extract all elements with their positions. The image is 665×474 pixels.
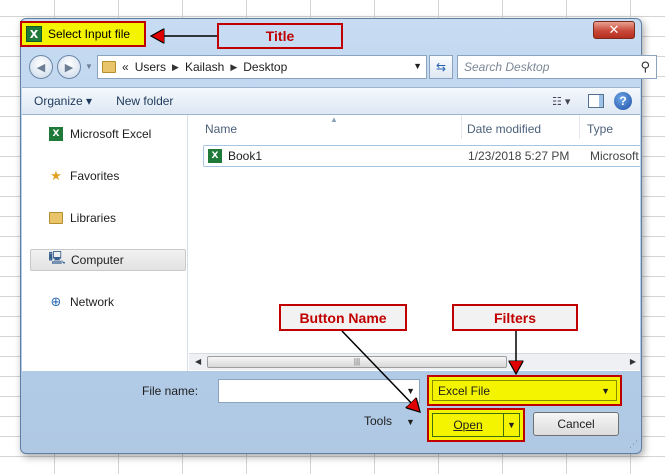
address-row: ◀ ▶ ▼ « Users ▶ Kailash ▶ Desktop ▼ ⇆ Se… — [29, 53, 657, 81]
breadcrumb-overflow[interactable]: « — [122, 60, 129, 74]
open-button[interactable]: Open ▼ — [432, 413, 520, 437]
folder-icon — [102, 61, 116, 73]
scroll-left-icon[interactable]: ◀ — [195, 357, 201, 366]
back-arrow-icon: ◀ — [36, 61, 46, 74]
nav-item-favorites[interactable]: ★ Favorites — [30, 165, 186, 187]
open-button-label: Open — [453, 418, 483, 432]
dialog-title-text: Select Input file — [48, 27, 131, 41]
filter-dropdown-icon[interactable]: ▼ — [601, 386, 610, 396]
scroll-right-icon[interactable]: ▶ — [630, 357, 636, 366]
breadcrumb-separator-icon[interactable]: ▶ — [230, 62, 237, 73]
column-header-date-modified[interactable]: Date modified — [467, 119, 541, 139]
refresh-button[interactable]: ⇆ — [429, 55, 453, 79]
network-icon: ⊕ — [50, 294, 62, 309]
annotation-filters: Filters — [452, 304, 578, 331]
command-toolbar: Organize ▾ New folder ☷ ▾ ? — [22, 87, 640, 115]
search-input[interactable]: Search Desktop ⚲ — [457, 55, 657, 79]
nav-item-label: Computer — [71, 253, 124, 267]
organize-menu[interactable]: Organize ▾ — [22, 94, 104, 108]
annotation-button-name: Button Name — [279, 304, 407, 331]
excel-file-icon: X — [208, 149, 222, 163]
address-dropdown-icon[interactable]: ▼ — [413, 61, 422, 71]
open-button-highlight: Open ▼ — [427, 408, 525, 442]
breadcrumb-users[interactable]: Users — [135, 60, 166, 74]
nav-item-label: Microsoft Excel — [70, 127, 152, 141]
breadcrumb-kailash[interactable]: Kailash — [185, 60, 224, 74]
file-name-input[interactable]: ▼ — [218, 379, 420, 403]
dialog-body: X Microsoft Excel ★ Favorites Libraries … — [22, 115, 640, 371]
column-header-type[interactable]: Type — [587, 119, 613, 139]
column-header-name[interactable]: Name — [205, 119, 237, 139]
file-list: ▲ Name Date modified Type X Book1 1/23/2… — [189, 115, 640, 371]
column-divider[interactable] — [461, 115, 462, 139]
nav-item-network[interactable]: ⊕ Network — [30, 291, 186, 313]
nav-item-label: Favorites — [70, 169, 120, 183]
dialog-title: X Select Input file — [20, 21, 146, 47]
forward-button[interactable]: ▶ — [57, 55, 81, 79]
dialog-footer: File name: ▼ Excel File ▼ Tools ▼ Open ▼ … — [22, 372, 640, 452]
file-name-label: File name: — [142, 384, 199, 398]
file-type: Microsoft — [590, 149, 639, 163]
search-placeholder: Search Desktop — [464, 60, 550, 74]
star-icon: ★ — [50, 168, 62, 183]
file-row[interactable]: X Book1 1/23/2018 5:27 PM Microsoft — [203, 145, 640, 167]
nav-item-label: Libraries — [70, 211, 117, 225]
help-icon[interactable]: ? — [614, 92, 632, 110]
tools-label: Tools — [364, 414, 393, 428]
open-file-dialog: X Select Input file ✕ ◀ ▶ ▼ « Users ▶ Ka… — [20, 18, 657, 454]
preview-pane-icon[interactable] — [588, 94, 604, 108]
nav-item-computer[interactable]: 🖳 Computer — [30, 249, 186, 271]
library-icon — [48, 210, 64, 226]
address-bar[interactable]: « Users ▶ Kailash ▶ Desktop ▼ — [97, 55, 427, 79]
filter-value: Excel File — [438, 383, 491, 398]
forward-arrow-icon: ▶ — [64, 61, 74, 74]
new-folder-button[interactable]: New folder — [104, 94, 185, 108]
breadcrumb-desktop[interactable]: Desktop — [243, 60, 287, 74]
excel-icon: X — [26, 26, 42, 42]
breadcrumb-separator-icon[interactable]: ▶ — [172, 62, 179, 73]
horizontal-scrollbar[interactable]: ◀ ||| ▶ — [189, 353, 640, 370]
nav-item-label: Network — [70, 295, 115, 309]
file-date: 1/23/2018 5:27 PM — [468, 149, 570, 163]
refresh-icon: ⇆ — [435, 60, 447, 74]
open-options-dropdown-icon[interactable]: ▼ — [503, 414, 519, 436]
column-divider[interactable] — [579, 115, 580, 139]
excel-icon: X — [48, 126, 64, 142]
file-type-filter-select[interactable]: Excel File ▼ — [432, 380, 617, 401]
annotation-title: Title — [217, 23, 343, 49]
search-icon[interactable]: ⚲ — [640, 59, 650, 75]
recent-locations-dropdown[interactable]: ▼ — [85, 62, 93, 71]
sort-ascending-icon: ▲ — [330, 115, 338, 124]
nav-item-microsoft-excel[interactable]: X Microsoft Excel — [30, 123, 186, 145]
file-type-filter-highlight: Excel File ▼ — [427, 375, 622, 406]
back-button[interactable]: ◀ — [29, 55, 53, 79]
scrollbar-thumb[interactable]: ||| — [207, 356, 507, 368]
close-button[interactable]: ✕ — [593, 21, 635, 39]
view-options-icon[interactable]: ☷ ▾ — [552, 92, 578, 110]
computer-icon: 🖳 — [48, 250, 66, 265]
nav-item-libraries[interactable]: Libraries — [30, 207, 186, 229]
cancel-button[interactable]: Cancel — [533, 412, 619, 436]
resize-grip-icon[interactable]: ⋰ — [629, 439, 638, 450]
navigation-pane: X Microsoft Excel ★ Favorites Libraries … — [22, 115, 188, 371]
file-name: Book1 — [228, 149, 263, 163]
file-name-dropdown-icon[interactable]: ▼ — [406, 386, 415, 396]
tools-menu[interactable]: Tools ▼ — [364, 414, 415, 428]
tools-dropdown-icon: ▼ — [406, 417, 415, 427]
